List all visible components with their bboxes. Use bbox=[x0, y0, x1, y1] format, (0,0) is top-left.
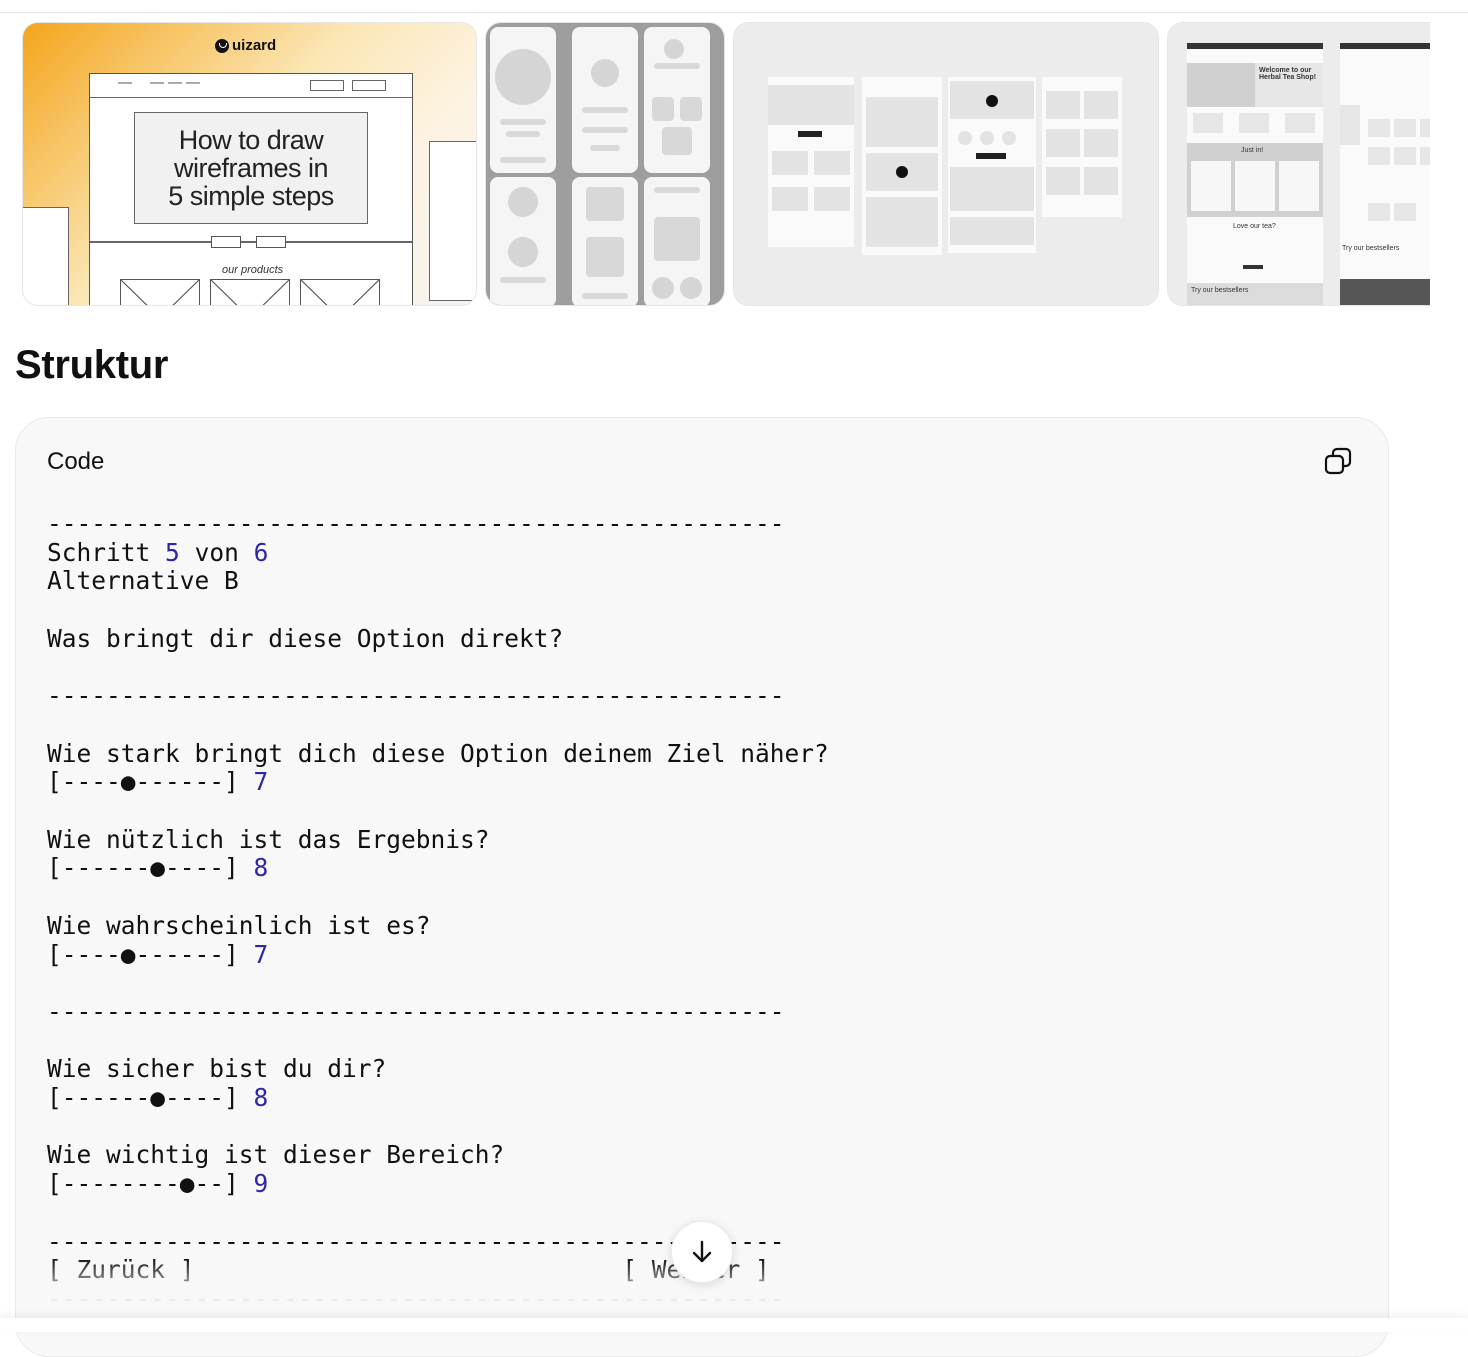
rating-question: Wie sicher bist du dir? bbox=[47, 1054, 387, 1084]
alternative-label: Alternative B bbox=[47, 566, 239, 596]
scroll-down-button[interactable] bbox=[671, 1221, 733, 1283]
wireframe-side-page-left bbox=[23, 207, 69, 305]
step-current: 5 bbox=[165, 537, 180, 567]
rating-slider: [------●----] bbox=[47, 853, 239, 883]
rating-slider: [------●----] bbox=[47, 1083, 239, 1113]
rating-value: 7 bbox=[253, 939, 269, 969]
divider: ----------------------------------------… bbox=[47, 996, 785, 1026]
uizard-logo: uizard bbox=[215, 37, 276, 54]
rating-slider: [----●------] bbox=[47, 767, 239, 797]
gallery-image-tea-shop[interactable]: Welcome to our Herbal Tea Shop! Just in!… bbox=[1167, 22, 1430, 306]
gallery-image-desktop-wireframes[interactable] bbox=[733, 22, 1159, 306]
code-block: Code -----------------------------------… bbox=[15, 417, 1389, 1357]
rating-question: Wie stark bringt dich diese Option deine… bbox=[47, 738, 829, 768]
rating-value: 7 bbox=[253, 767, 269, 797]
section-heading: Struktur bbox=[15, 343, 169, 387]
main-question: Was bringt dir diese Option direkt? bbox=[47, 623, 564, 653]
rating-question: Wie nützlich ist das Ergebnis? bbox=[47, 824, 490, 854]
divider: ----------------------------------------… bbox=[47, 1283, 785, 1313]
top-divider bbox=[0, 12, 1468, 13]
arrow-down-icon bbox=[692, 1240, 712, 1263]
step-word: Schritt bbox=[47, 537, 151, 567]
rating-slider: [--------●--] bbox=[47, 1169, 239, 1199]
rating-value: 8 bbox=[253, 1083, 269, 1113]
wireframe-headline: How to draw wireframes in 5 simple steps bbox=[134, 112, 368, 224]
image-gallery[interactable]: uizard How to draw wireframes in 5 simple … bbox=[22, 22, 1430, 306]
divider: ----------------------------------------… bbox=[47, 509, 785, 538]
rating-slider: [----●------] bbox=[47, 939, 239, 969]
copy-icon bbox=[1324, 447, 1352, 475]
step-total: 6 bbox=[253, 537, 269, 567]
gallery-image-mobile-wireframes[interactable] bbox=[485, 22, 725, 306]
copy-button[interactable] bbox=[1321, 444, 1355, 478]
wireframe-page: How to draw wireframes in 5 simple steps o… bbox=[89, 73, 413, 305]
code-content: ----------------------------------------… bbox=[47, 509, 829, 1314]
back-label: [ Zurück ] bbox=[47, 1255, 195, 1285]
wireframe-side-page-right bbox=[429, 141, 476, 301]
code-block-label: Code bbox=[47, 448, 105, 475]
bottom-composer-edge bbox=[0, 1318, 1468, 1332]
wireframe-products-label: our products bbox=[222, 264, 284, 276]
step-of: von bbox=[194, 537, 239, 567]
divider: ----------------------------------------… bbox=[47, 681, 785, 711]
rating-question: Wie wichtig ist dieser Bereich? bbox=[47, 1140, 505, 1170]
rating-question: Wie wahrscheinlich ist es? bbox=[47, 910, 431, 940]
rating-value: 8 bbox=[253, 853, 269, 883]
gallery-image-uizard[interactable]: uizard How to draw wireframes in 5 simple … bbox=[22, 22, 477, 306]
rating-value: 9 bbox=[253, 1169, 269, 1199]
